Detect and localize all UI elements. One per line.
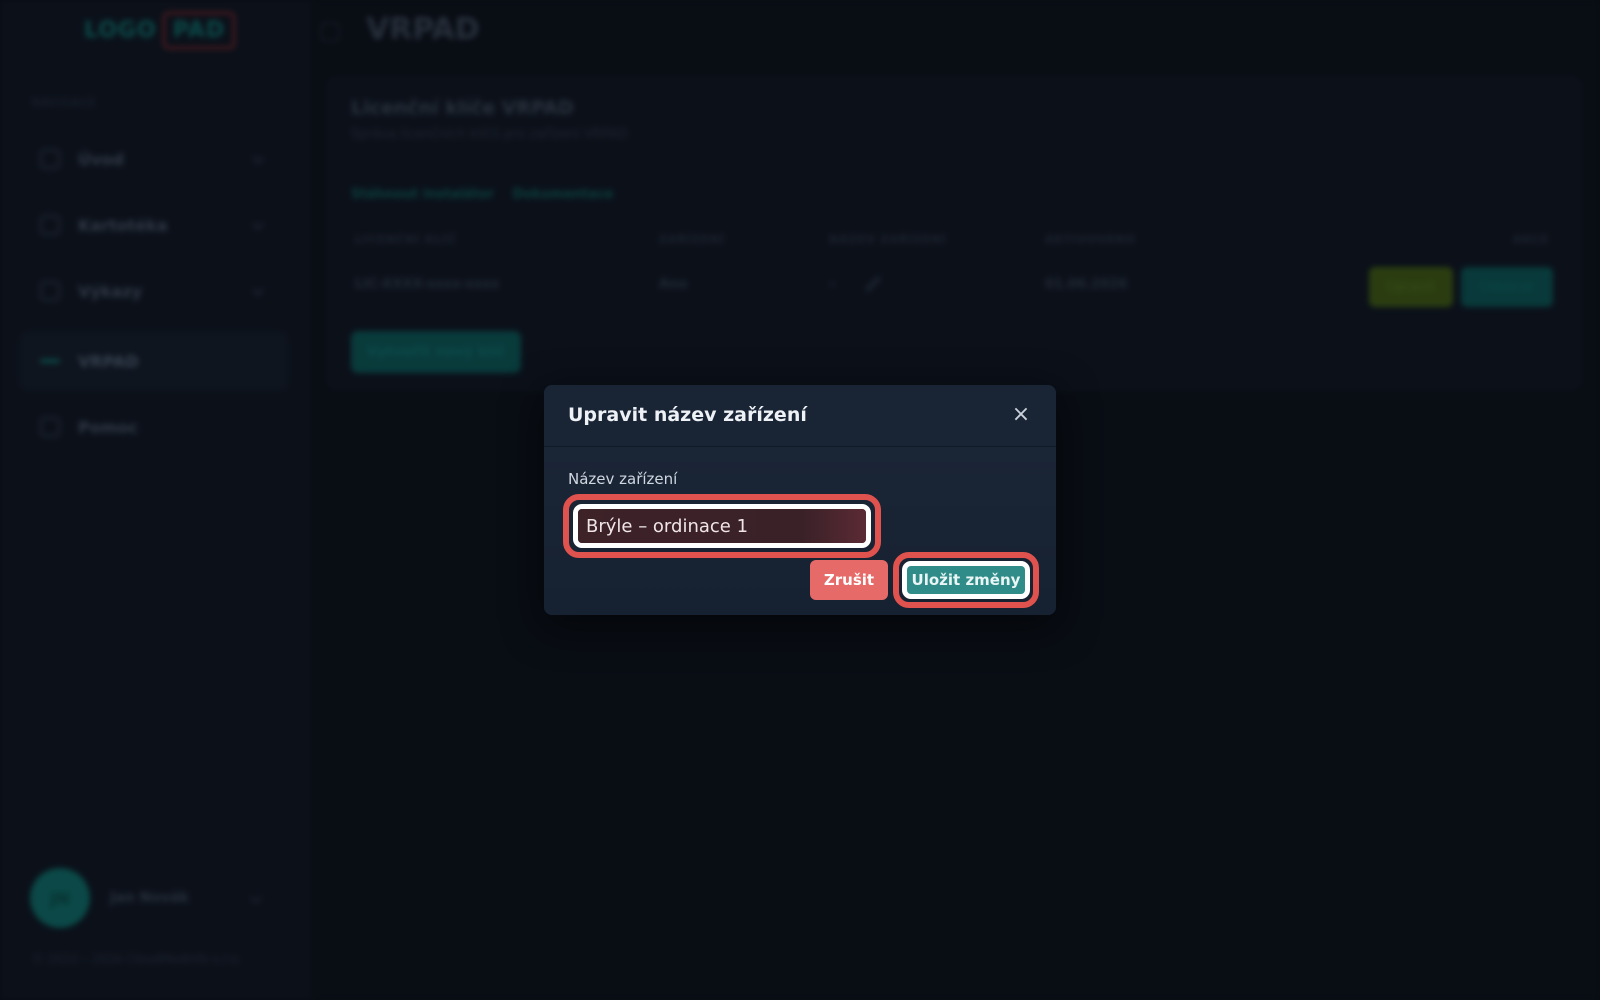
cancel-button[interactable]: Zrušit (810, 560, 888, 600)
input-highlight (563, 494, 881, 558)
edit-device-name-modal: Upravit název zařízení × Název zařízení … (544, 385, 1056, 615)
save-button[interactable]: Uložit změny (907, 566, 1025, 594)
device-name-input[interactable] (578, 509, 866, 543)
device-name-label: Název zařízení (568, 470, 678, 488)
modal-title: Upravit název zařízení (568, 404, 807, 426)
modal-header: Upravit název zařízení × (544, 385, 1056, 447)
close-icon[interactable]: × (1010, 404, 1032, 426)
save-frame: Uložit změny (902, 561, 1030, 599)
modal-body: Název zařízení Zrušit Uložit změny (544, 447, 1056, 615)
input-frame (573, 504, 871, 548)
save-highlight: Uložit změny (893, 552, 1039, 608)
